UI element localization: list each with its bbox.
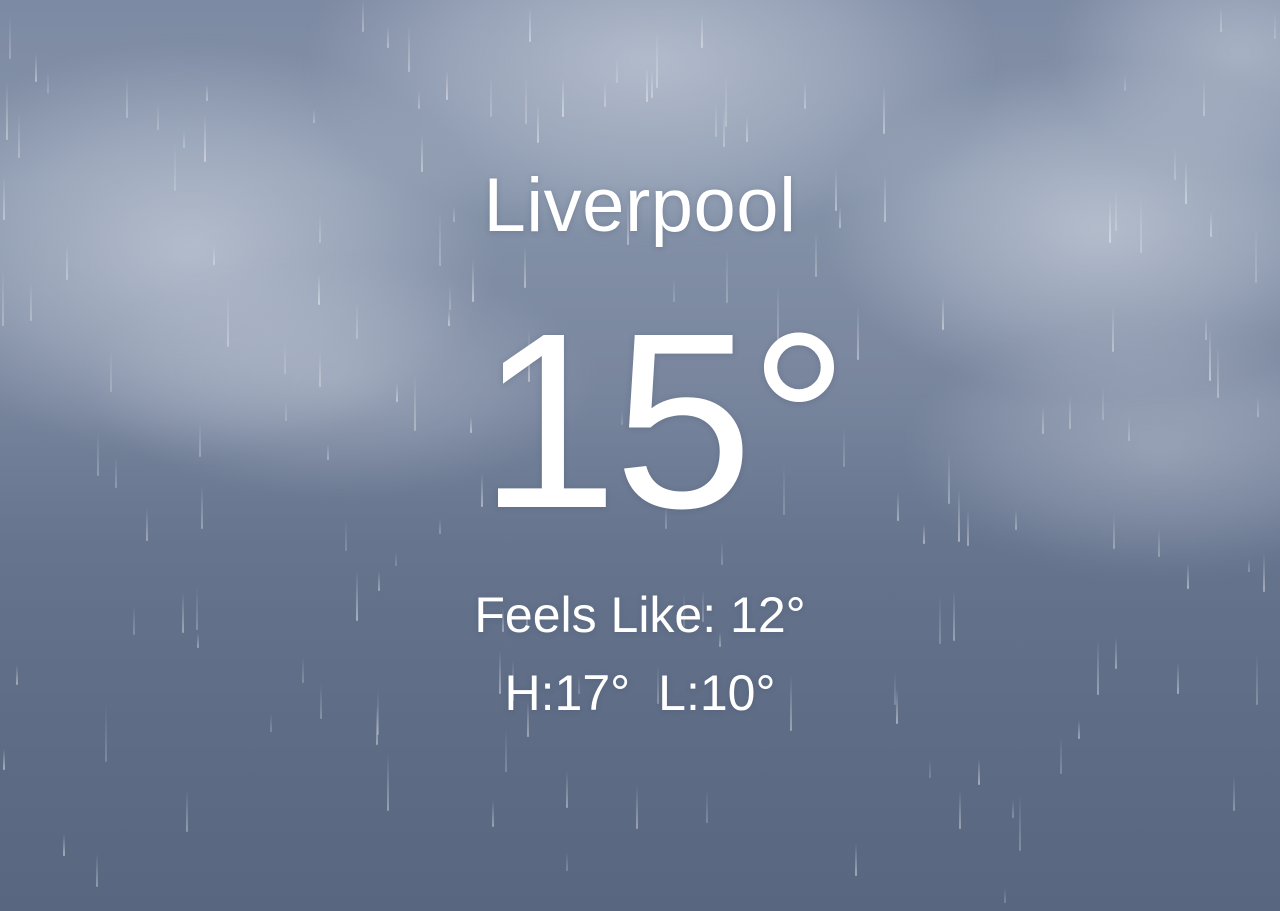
high-temperature: H:17° bbox=[504, 665, 631, 721]
low-temperature: L:10° bbox=[658, 665, 776, 721]
city-name: Liverpool bbox=[483, 163, 797, 248]
feels-like-temperature: Feels Like: 12° bbox=[474, 587, 806, 643]
current-temperature: 15° bbox=[478, 281, 849, 560]
high-low-temperatures: H:17° L:10° bbox=[0, 668, 1280, 718]
current-weather-header: Liverpool 15° Feels Like: 12° H:17° L:10° bbox=[0, 0, 1280, 911]
